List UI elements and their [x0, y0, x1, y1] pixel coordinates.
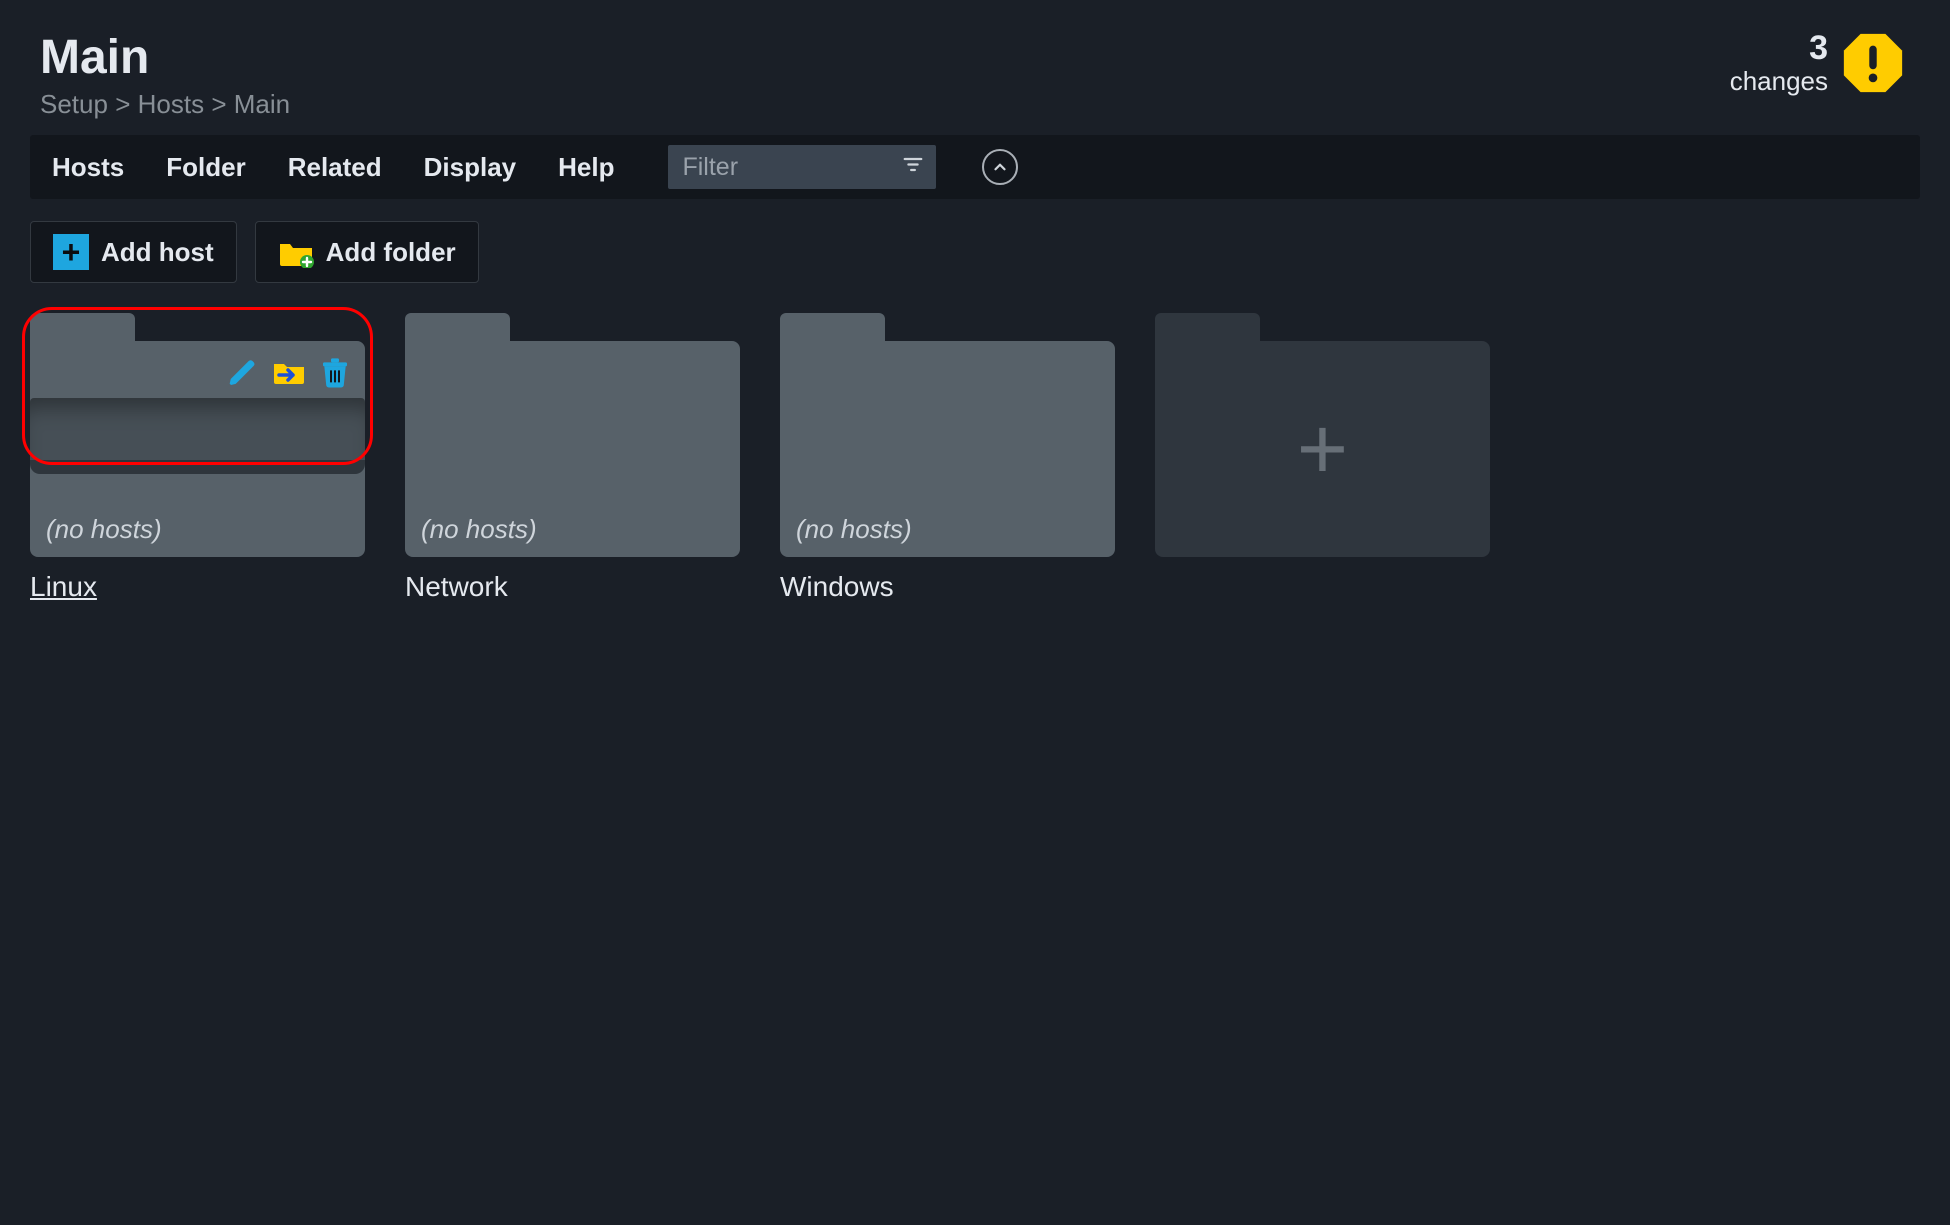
menu-folder[interactable]: Folder: [166, 152, 245, 183]
folder-label[interactable]: Network: [405, 571, 508, 603]
trash-icon[interactable]: [319, 357, 351, 394]
plus-icon: +: [53, 234, 89, 270]
add-folder-button[interactable]: Add folder: [255, 221, 479, 283]
menu-related[interactable]: Related: [288, 152, 382, 183]
pending-changes-button[interactable]: 3 changes: [1730, 30, 1904, 96]
create-folder-tile[interactable]: +: [1155, 313, 1490, 557]
folder-empty-text: (no hosts): [796, 514, 912, 545]
menu-help[interactable]: Help: [558, 152, 614, 183]
filter-input[interactable]: [668, 145, 936, 189]
warning-icon: [1842, 32, 1904, 94]
folder-tile[interactable]: (no hosts): [405, 313, 740, 557]
add-host-button[interactable]: + Add host: [30, 221, 237, 283]
collapse-toggle[interactable]: [982, 149, 1018, 185]
folder-empty-text: (no hosts): [46, 514, 162, 545]
folder-grid: (no hosts): [30, 313, 1920, 603]
breadcrumb-item[interactable]: Hosts: [138, 89, 204, 119]
breadcrumb-sep: >: [211, 89, 233, 119]
changes-count: 3: [1809, 30, 1828, 67]
add-host-label: Add host: [101, 237, 214, 268]
menu-bar: Hosts Folder Related Display Help: [30, 135, 1920, 199]
edit-icon[interactable]: [227, 357, 259, 394]
filter-icon[interactable]: [902, 152, 924, 183]
folder-add-icon: [278, 238, 314, 266]
folder-tile[interactable]: (no hosts): [30, 313, 365, 557]
breadcrumb: Setup > Hosts > Main: [40, 89, 290, 120]
breadcrumb-item: Main: [234, 89, 290, 119]
breadcrumb-item[interactable]: Setup: [40, 89, 108, 119]
changes-label: changes: [1730, 67, 1828, 96]
folder-tile[interactable]: (no hosts): [780, 313, 1115, 557]
folder-empty-text: (no hosts): [421, 514, 537, 545]
breadcrumb-sep: >: [115, 89, 137, 119]
menu-display[interactable]: Display: [424, 152, 517, 183]
move-to-folder-icon[interactable]: [273, 357, 305, 394]
page-title: Main: [40, 30, 290, 85]
add-folder-label: Add folder: [326, 237, 456, 268]
folder-label[interactable]: Windows: [780, 571, 894, 603]
menu-hosts[interactable]: Hosts: [52, 152, 124, 183]
folder-label[interactable]: Linux: [30, 571, 97, 603]
